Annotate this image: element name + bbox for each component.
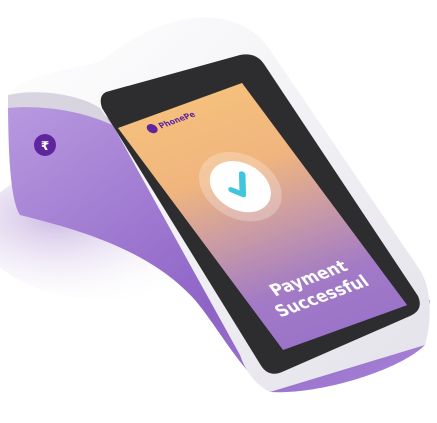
pos-device: ₹ PhonePe Payment Successful	[0, 17, 430, 393]
svg-text:₹: ₹	[41, 139, 49, 153]
pos-device-illustration: ₹ PhonePe Payment Successful	[0, 0, 437, 423]
